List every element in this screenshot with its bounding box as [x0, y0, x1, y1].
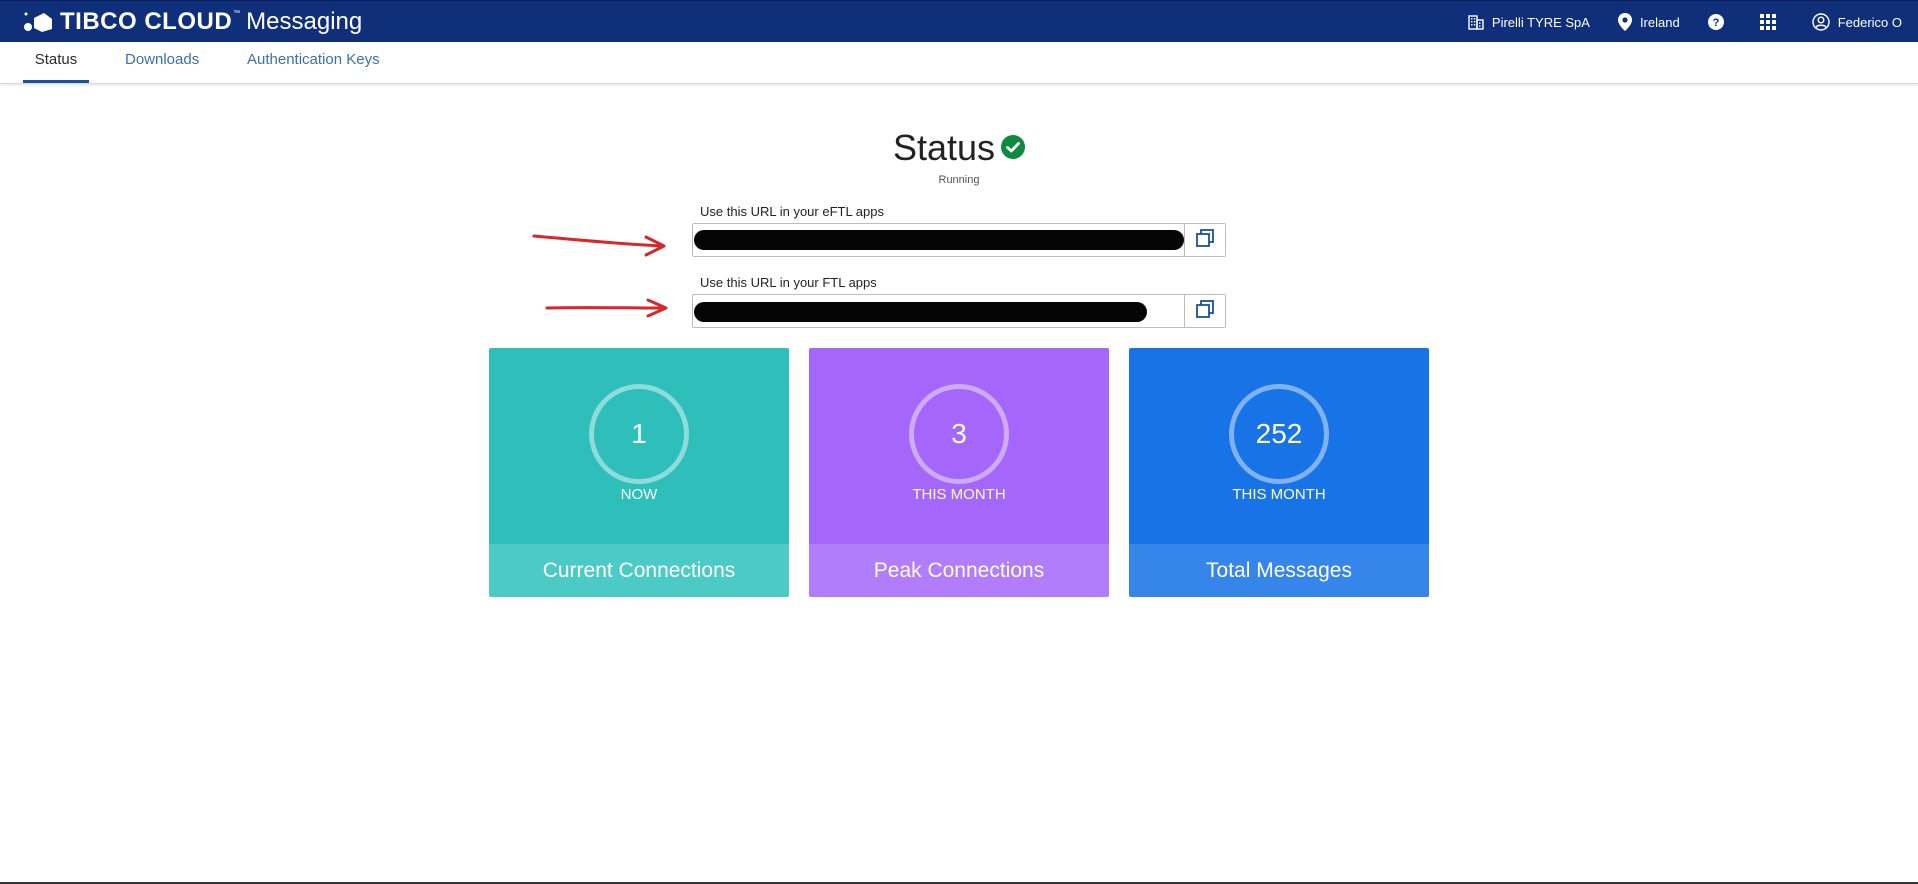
- help-icon: ?: [1707, 14, 1724, 30]
- ftl-url-label: Use this URL in your FTL apps: [700, 275, 877, 290]
- card-body: 3 THIS MONTH: [809, 348, 1109, 544]
- metric-caption: THIS MONTH: [912, 486, 1006, 503]
- product-name: Messaging: [246, 7, 363, 35]
- eftl-url-label: Use this URL in your eFTL apps: [700, 204, 884, 219]
- copy-eftl-url-button[interactable]: [1184, 224, 1225, 256]
- tab-bar: Status Downloads Authentication Keys: [0, 42, 1918, 84]
- redaction-mark: [694, 230, 1184, 250]
- header-actions: Pirelli TYRE SpA Ireland ? Federico O: [1468, 1, 1918, 43]
- brand-trademark: ™: [233, 10, 241, 17]
- current-connections-card: 1 NOW Current Connections: [489, 348, 789, 597]
- brand[interactable]: TIBCO CLOUD ™ Messaging: [22, 8, 362, 36]
- copy-icon: [1195, 228, 1215, 253]
- tibco-logo-icon: [22, 10, 56, 34]
- user-menu[interactable]: Federico O: [1811, 13, 1902, 31]
- org-selector[interactable]: Pirelli TYRE SpA: [1468, 14, 1590, 30]
- org-name: Pirelli TYRE SpA: [1491, 14, 1590, 30]
- card-body: 1 NOW: [489, 348, 789, 544]
- region-selector[interactable]: Ireland: [1617, 13, 1680, 31]
- metric-caption: THIS MONTH: [1232, 486, 1326, 503]
- metric-caption: NOW: [620, 486, 658, 503]
- region-name: Ireland: [1639, 14, 1680, 30]
- card-title: Total Messages: [1129, 544, 1429, 597]
- copy-ftl-url-button[interactable]: [1184, 295, 1225, 327]
- ftl-url-field: [692, 294, 1226, 328]
- apps-menu-button[interactable]: [1759, 14, 1784, 30]
- brand-name: TIBCO CLOUD: [60, 7, 233, 35]
- tab-authentication-keys[interactable]: Authentication Keys: [247, 42, 380, 83]
- annotation-arrows: [532, 234, 668, 318]
- eftl-url-field: [692, 223, 1226, 257]
- copy-icon: [1195, 299, 1215, 324]
- status-title-text: Status: [892, 127, 996, 168]
- metric-value: 252: [1229, 384, 1329, 484]
- card-body: 252 THIS MONTH: [1129, 348, 1429, 544]
- user-name: Federico O: [1837, 14, 1902, 30]
- check-circle-icon: [1001, 126, 1026, 168]
- peak-connections-card: 3 THIS MONTH Peak Connections: [809, 348, 1109, 597]
- help-button[interactable]: ?: [1707, 14, 1732, 30]
- location-pin-icon: [1617, 13, 1632, 31]
- building-icon: [1468, 14, 1484, 30]
- metric-value: 3: [909, 384, 1009, 484]
- tab-status[interactable]: Status: [23, 42, 89, 83]
- status-state: Running: [938, 174, 980, 186]
- total-messages-card: 252 THIS MONTH Total Messages: [1129, 348, 1429, 597]
- card-title: Current Connections: [489, 544, 789, 597]
- tab-downloads[interactable]: Downloads: [125, 42, 199, 83]
- apps-grid-icon: [1759, 14, 1776, 30]
- redaction-mark: [694, 302, 1147, 322]
- card-title: Peak Connections: [809, 544, 1109, 597]
- annotation-arrow-1: [532, 234, 664, 248]
- svg-text:?: ?: [1712, 17, 1719, 29]
- user-avatar-icon: [1811, 13, 1830, 31]
- metric-value: 1: [589, 384, 689, 484]
- top-header: TIBCO CLOUD ™ Messaging Pirelli TYRE SpA…: [0, 0, 1918, 42]
- page-title: Status: [0, 127, 1918, 171]
